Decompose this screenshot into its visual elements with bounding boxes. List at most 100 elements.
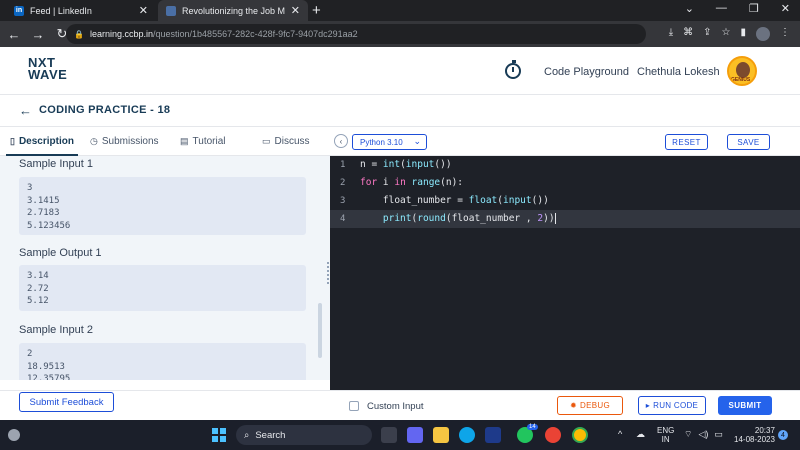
sample-output-1-box: 3.14 2.72 5.12 — [19, 265, 306, 311]
code-editor[interactable]: 1 n = int(input()) 2 for i in range(n): … — [330, 156, 800, 390]
sidebar-icon[interactable]: ▮ — [740, 27, 746, 41]
code-line: 2 for i in range(n): — [330, 174, 800, 192]
browser-action-icons: ⤓ ⌘ ⇪ ☆ ▮ ⋮ — [669, 27, 790, 41]
tab-title: Feed | LinkedIn — [30, 5, 92, 16]
submit-feedback-button[interactable]: Submit Feedback — [19, 392, 114, 412]
close-tab-icon[interactable]: ✕ — [139, 4, 148, 17]
tray-chevron-icon[interactable]: ^ — [618, 429, 622, 439]
code-text: for i in range(n): — [360, 177, 464, 188]
sample-input-2-box: 2 18.9513 12.35795 — [19, 343, 306, 380]
language-select[interactable]: Python 3.10 ⌄ — [352, 134, 427, 150]
code-line-current: 4 print(round(float_number , 2)) — [330, 210, 800, 228]
browser-tab-linkedin[interactable]: in Feed | LinkedIn ✕ — [6, 0, 156, 21]
store-icon[interactable] — [485, 427, 501, 443]
forward-icon[interactable]: → — [28, 27, 48, 42]
reset-button[interactable]: RESET — [665, 134, 708, 150]
restore-icon[interactable]: ❐ — [749, 2, 759, 15]
play-icon: ▸ — [645, 401, 651, 410]
linkedin-icon: in — [14, 5, 24, 16]
task-view-icon[interactable] — [381, 427, 397, 443]
run-code-button[interactable]: ▸ RUN CODE — [638, 396, 706, 415]
debug-label: DEBUG — [580, 401, 610, 410]
tab-title: Revolutionizing the Job Market | — [182, 5, 285, 16]
language-indicator[interactable]: ENG IN — [657, 426, 674, 444]
chrome-icon[interactable] — [545, 427, 561, 443]
tab-description[interactable]: ▯ Description — [6, 136, 78, 156]
language-value: Python 3.10 — [360, 137, 403, 147]
avatar-badge: GENIUS — [731, 77, 751, 83]
tab-tutorial[interactable]: ▤ Tutorial — [180, 136, 226, 147]
bug-icon: ✹ — [570, 401, 578, 410]
text-cursor — [554, 213, 556, 224]
cloud-icon[interactable]: ☁ — [636, 429, 645, 440]
windows-start-icon[interactable] — [212, 428, 226, 442]
windows-taskbar: ⌕ Search 14 ^ ☁ ENG IN ⌔ ◁) ▭ 20:37 14-0… — [0, 420, 800, 450]
window-controls: ⌄ — ❐ ✕ — [685, 2, 790, 15]
page-favicon-icon — [166, 5, 176, 16]
bookmark-star-icon[interactable]: ☆ — [722, 27, 731, 41]
tab-discuss[interactable]: ▭ Discuss — [262, 136, 310, 147]
browser-tab-active[interactable]: Revolutionizing the Job Market | ✕ — [158, 0, 308, 21]
search-icon: ⌕ — [244, 429, 250, 441]
menu-dots-icon[interactable]: ⋮ — [780, 27, 790, 41]
lang-code: ENG — [657, 426, 675, 435]
url-host: learning.ccbp.in — [89, 29, 154, 39]
weather-icon[interactable] — [8, 429, 20, 441]
close-tab-icon[interactable]: ✕ — [291, 4, 300, 17]
clock-icon: ◷ — [90, 136, 98, 146]
back-icon[interactable]: ← — [4, 27, 24, 42]
chevron-down-icon[interactable]: ⌄ — [685, 2, 694, 15]
question-tabs: ▯ Description ◷ Submissions ▤ Tutorial ▭… — [0, 128, 330, 156]
user-avatar[interactable]: GENIUS — [727, 56, 757, 86]
scrollbar-thumb[interactable] — [318, 303, 322, 358]
sample-output-1-title: Sample Output 1 — [19, 247, 102, 259]
chat-icon: ▭ — [262, 136, 271, 146]
app-header: NXT WAVE Code Playground Chethula Lokesh… — [0, 47, 800, 95]
line-number: 4 — [340, 214, 346, 224]
submit-button[interactable]: SUBMIT — [718, 396, 772, 415]
address-bar[interactable]: 🔒 learning.ccbp.in /question/1b485567-28… — [66, 24, 646, 44]
notification-badge[interactable]: 4 — [778, 430, 788, 440]
save-button[interactable]: SAVE — [727, 134, 770, 150]
clock-date: 14-08-2023 — [734, 435, 775, 444]
tab-label: Description — [18, 136, 74, 147]
install-icon[interactable]: ⤓ — [669, 27, 673, 41]
code-text: n = int(input()) — [360, 159, 452, 170]
collapse-panel-icon[interactable]: ‹ — [334, 134, 348, 148]
code-playground-link[interactable]: Code Playground — [544, 66, 629, 78]
tab-submissions[interactable]: ◷ Submissions — [90, 136, 159, 147]
user-name[interactable]: Chethula Lokesh — [637, 66, 720, 78]
code-text: print(round(float_number , 2)) — [382, 213, 556, 224]
sample-input-2-title: Sample Input 2 — [19, 324, 93, 336]
search-label: Search — [255, 429, 286, 441]
file-explorer-icon[interactable] — [433, 427, 449, 443]
nxtwave-logo[interactable]: NXT WAVE — [28, 56, 67, 81]
code-line: 1 n = int(input()) — [330, 156, 800, 174]
volume-icon[interactable]: ◁) — [698, 429, 708, 440]
stopwatch-icon[interactable] — [505, 60, 521, 79]
minimize-icon[interactable]: — — [716, 2, 727, 15]
battery-icon[interactable]: ▭ — [714, 429, 723, 440]
code-text: float_number = float(input()) — [360, 195, 549, 206]
sample-input-1-title: Sample Input 1 — [19, 158, 93, 170]
edge-icon[interactable] — [459, 427, 475, 443]
profile-avatar[interactable] — [756, 27, 770, 41]
debug-button[interactable]: ✹ DEBUG — [557, 396, 623, 415]
close-window-icon[interactable]: ✕ — [781, 2, 790, 15]
teams-chat-icon[interactable] — [407, 427, 423, 443]
editor-toolbar: ‹ Python 3.10 ⌄ RESET SAVE — [330, 128, 800, 156]
url-path: /question/1b485567-282c-428f-9fc7-9407dc… — [153, 29, 358, 39]
system-clock[interactable]: 20:37 14-08-2023 — [734, 426, 775, 444]
wifi-icon[interactable]: ⌔ — [684, 429, 692, 440]
custom-input-checkbox[interactable] — [349, 401, 359, 411]
code-line: 3 float_number = float(input()) — [330, 192, 800, 210]
share-icon[interactable]: ⇪ — [703, 27, 711, 41]
taskbar-search[interactable]: ⌕ Search — [236, 425, 372, 445]
chrome-profile-icon[interactable] — [572, 427, 588, 443]
back-arrow-icon[interactable]: ← — [19, 103, 32, 118]
new-tab-icon[interactable]: + — [312, 2, 321, 19]
tab-label: Tutorial — [192, 136, 226, 147]
panel-resize-handle[interactable] — [327, 262, 329, 284]
translate-icon[interactable]: ⌘ — [683, 27, 693, 41]
description-panel[interactable]: Sample Input 1 3 3.1415 2.7183 5.123456 … — [0, 156, 330, 380]
